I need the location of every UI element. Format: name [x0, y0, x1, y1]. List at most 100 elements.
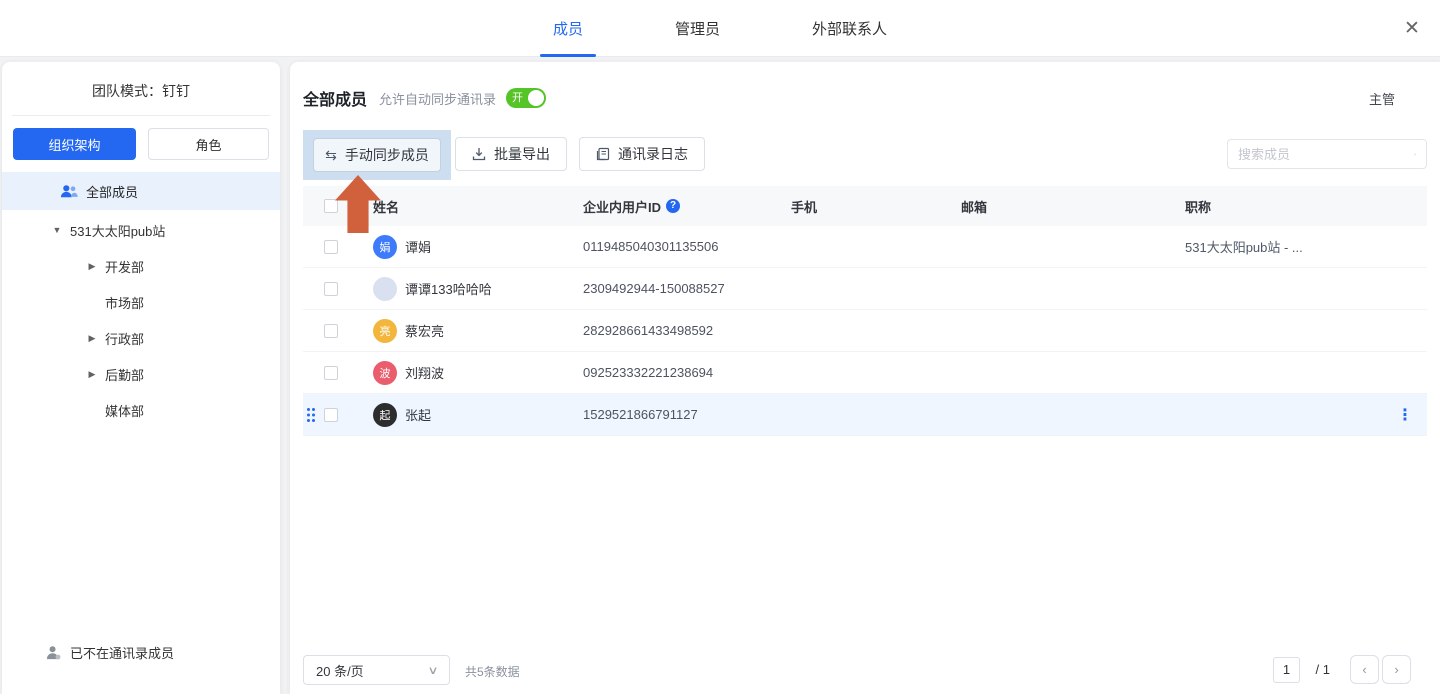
header-phone: 手机	[777, 197, 961, 216]
dept-label: 531大太阳pub站	[70, 221, 165, 240]
download-icon	[472, 147, 486, 161]
contact-log-label: 通讯录日志	[618, 144, 688, 164]
sidebar-item-label: 已不在通讯录成员	[70, 643, 174, 662]
sidebar-dept-media[interactable]: 媒体部	[2, 392, 280, 428]
main-panel: 全部成员 允许自动同步通讯录 开 主管 ⇆ 手动同步成员 批量导出 通讯录日志	[290, 62, 1440, 694]
row-checkbox[interactable]	[324, 240, 338, 254]
next-page-button[interactable]: ›	[1382, 655, 1411, 684]
manual-sync-button[interactable]: ⇆ 手动同步成员	[313, 138, 441, 172]
row-checkbox[interactable]	[324, 366, 338, 380]
tab-external-contacts-label: 外部联系人	[812, 18, 887, 39]
header-name: 姓名	[373, 197, 583, 216]
sidebar-item-removed-members[interactable]: 已不在通讯录成员	[46, 640, 174, 664]
sidebar-dept-market[interactable]: 市场部	[2, 284, 280, 320]
close-icon[interactable]: ✕	[1402, 19, 1422, 39]
caret-right-icon[interactable]: ▶	[87, 369, 97, 380]
avatar: 娟	[373, 235, 397, 259]
table-row[interactable]: 娟 谭娟 0119485040301135506 531大太阳pub站 - ..…	[303, 226, 1427, 268]
team-mode-label: 团队模式：钉钉	[2, 81, 280, 101]
drag-handle-icon[interactable]	[306, 407, 316, 423]
tab-bar: 成员 管理员 外部联系人	[0, 0, 1440, 57]
member-user-id: 282928661433498592	[583, 323, 777, 338]
tab-admins-label: 管理员	[675, 18, 720, 39]
caret-right-icon[interactable]: ▶	[87, 333, 97, 344]
help-icon[interactable]: ?	[666, 199, 680, 213]
member-user-id: 2309492944-150088527	[583, 281, 777, 296]
table-row[interactable]: 起 张起 1529521866791127 ⋮	[303, 394, 1427, 436]
page-title: 全部成员	[303, 86, 367, 110]
toggle-knob	[528, 90, 544, 106]
header-title: 职称	[1185, 197, 1383, 216]
sidebar-dept-admin[interactable]: ▶ 行政部	[2, 320, 280, 356]
page-size-select[interactable]: 20 条/页 ∨	[303, 655, 450, 685]
search-icon[interactable]	[1414, 147, 1416, 162]
table-footer: 20 条/页 ∨ 共5条数据 1 / 1 ‹ ›	[303, 655, 1427, 687]
sidebar: 团队模式：钉钉 组织架构 角色 全部成员 ▼ 531大太阳pub站 ▶ 开发部 …	[2, 62, 280, 694]
prev-page-button[interactable]: ‹	[1350, 655, 1379, 684]
search-box	[1227, 139, 1427, 169]
row-checkbox[interactable]	[324, 282, 338, 296]
member-name: 刘翔波	[405, 363, 444, 382]
batch-export-button[interactable]: 批量导出	[455, 137, 567, 171]
member-name: 张起	[405, 405, 431, 424]
log-icon	[596, 147, 610, 161]
tab-members[interactable]: 成员	[553, 0, 583, 57]
batch-export-label: 批量导出	[494, 144, 550, 164]
member-name: 谭谭133哈哈哈	[405, 279, 492, 298]
chevron-down-icon: ∨	[427, 664, 438, 677]
total-count-label: 共5条数据	[465, 663, 520, 680]
org-structure-button[interactable]: 组织架构	[13, 128, 136, 160]
avatar: 波	[373, 361, 397, 385]
row-checkbox[interactable]	[324, 324, 338, 338]
table-header-row: 姓名 企业内用户ID ? 手机 邮箱 职称	[303, 186, 1427, 226]
tab-external-contacts[interactable]: 外部联系人	[812, 0, 887, 57]
avatar: 亮	[373, 319, 397, 343]
member-name: 蔡宏亮	[405, 321, 444, 340]
member-name: 谭娟	[405, 237, 431, 256]
dept-label: 行政部	[105, 329, 144, 348]
table-row[interactable]: 谭谭133哈哈哈 2309492944-150088527 ⋮	[303, 268, 1427, 310]
page-size-value: 20 条/页	[316, 661, 364, 680]
sidebar-item-label: 全部成员	[86, 182, 138, 201]
annotation-highlight: ⇆ 手动同步成员	[303, 130, 451, 180]
page-number-input[interactable]: 1	[1273, 657, 1300, 683]
sync-icon: ⇆	[325, 147, 337, 164]
avatar	[373, 277, 397, 301]
tab-members-label: 成员	[553, 18, 583, 39]
select-all-checkbox[interactable]	[324, 199, 338, 213]
top-bar: 成员 管理员 外部联系人 ✕	[0, 0, 1440, 57]
dept-label: 市场部	[105, 293, 144, 312]
supervisor-link[interactable]: 主管	[1369, 89, 1395, 108]
sidebar-dept-logistics[interactable]: ▶ 后勤部	[2, 356, 280, 392]
member-user-id: 092523332221238694	[583, 365, 777, 380]
divider	[12, 115, 270, 116]
more-actions-icon[interactable]: ⋮	[1383, 405, 1427, 425]
contact-log-button[interactable]: 通讯录日志	[579, 137, 705, 171]
sidebar-dept-531[interactable]: ▼ 531大太阳pub站	[2, 212, 280, 248]
auto-sync-toggle[interactable]: 开	[506, 88, 546, 108]
caret-down-icon[interactable]: ▼	[52, 225, 62, 235]
member-title: 531大太阳pub站 - ...	[1185, 237, 1383, 256]
caret-right-icon[interactable]: ▶	[87, 261, 97, 272]
table-row[interactable]: 亮 蔡宏亮 282928661433498592 ⋮	[303, 310, 1427, 352]
avatar: 起	[373, 403, 397, 427]
table-row[interactable]: 波 刘翔波 092523332221238694 ⋮	[303, 352, 1427, 394]
member-user-id: 1529521866791127	[583, 407, 777, 422]
header-email: 邮箱	[961, 197, 1185, 216]
dept-label: 开发部	[105, 257, 144, 276]
header-user-id: 企业内用户ID	[583, 197, 661, 216]
sidebar-item-all-members[interactable]: 全部成员	[2, 172, 280, 210]
page-total-label: / 1	[1316, 662, 1330, 677]
sidebar-dept-dev[interactable]: ▶ 开发部	[2, 248, 280, 284]
toggle-on-label: 开	[512, 91, 523, 105]
dept-label: 后勤部	[105, 365, 144, 384]
member-user-id: 0119485040301135506	[583, 239, 777, 254]
dept-label: 媒体部	[105, 401, 144, 420]
person-removed-icon	[46, 645, 61, 660]
manual-sync-label: 手动同步成员	[345, 145, 429, 165]
search-input[interactable]	[1238, 147, 1414, 162]
tab-admins[interactable]: 管理员	[675, 0, 720, 57]
people-icon	[60, 183, 78, 199]
row-checkbox[interactable]	[324, 408, 338, 422]
role-button[interactable]: 角色	[148, 128, 269, 160]
